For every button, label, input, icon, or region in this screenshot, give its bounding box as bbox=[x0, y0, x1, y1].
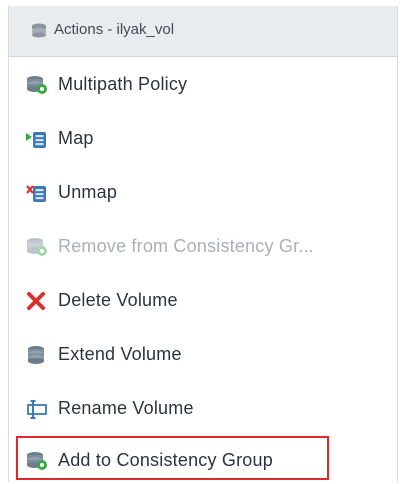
menu-item-rename-volume[interactable]: Rename Volume bbox=[9, 386, 397, 432]
rename-icon bbox=[26, 399, 48, 419]
menu-item-delete-volume[interactable]: Delete Volume bbox=[9, 278, 397, 324]
menu-item-unmap[interactable]: Unmap bbox=[9, 170, 397, 216]
menu-item-multipath-policy[interactable]: Multipath Policy bbox=[9, 62, 397, 108]
menu-item-label: Map bbox=[58, 128, 94, 148]
menu-item-label: Delete Volume bbox=[58, 290, 178, 310]
volume-gear-icon bbox=[26, 237, 48, 257]
volume-gear-icon bbox=[26, 451, 48, 471]
menu-header: Actions - ilyak_vol bbox=[9, 6, 397, 57]
volume-stack-icon bbox=[26, 345, 48, 365]
menu-item-label: Rename Volume bbox=[58, 398, 194, 418]
menu-item-label: Extend Volume bbox=[58, 344, 182, 364]
red-x-icon bbox=[26, 291, 48, 311]
menu-title: Actions - ilyak_vol bbox=[54, 21, 175, 38]
menu-item-label: Remove from Consistency Gr... bbox=[58, 236, 314, 256]
menu-item-label: Add to Consistency Group bbox=[58, 450, 273, 470]
menu-item-map[interactable]: Map bbox=[9, 116, 397, 162]
actions-menu: Actions - ilyak_vol Multipath Policy Map… bbox=[8, 6, 398, 482]
menu-item-add-to-consistency-group[interactable]: Add to Consistency Group bbox=[9, 438, 397, 484]
volume-stack-icon bbox=[30, 22, 48, 40]
volume-gear-icon bbox=[26, 75, 48, 95]
menu-item-extend-volume[interactable]: Extend Volume bbox=[9, 332, 397, 378]
unmap-volume-icon bbox=[26, 183, 48, 203]
map-volume-icon bbox=[26, 129, 48, 149]
menu-item-label: Unmap bbox=[58, 182, 118, 202]
menu-item-label: Multipath Policy bbox=[58, 74, 188, 94]
menu-item-remove-from-consistency-group: Remove from Consistency Gr... bbox=[9, 224, 397, 270]
